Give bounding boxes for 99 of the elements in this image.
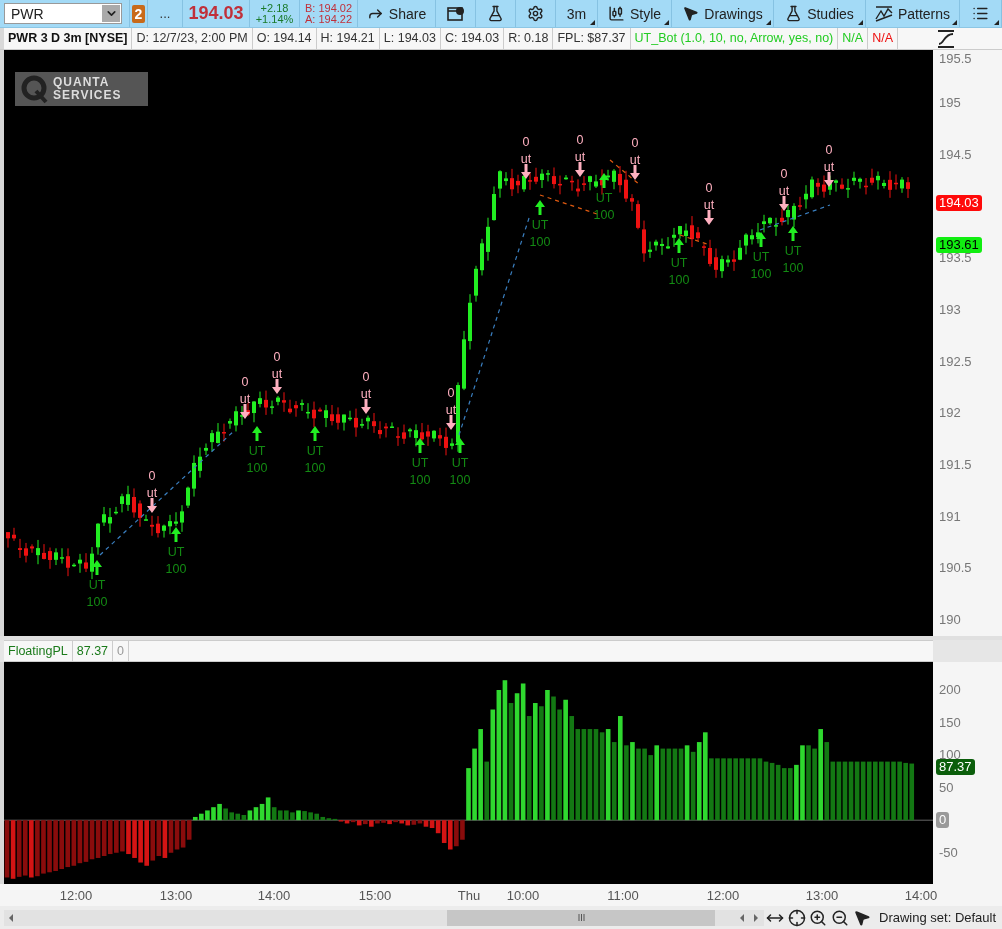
signal-label: 100: [304, 461, 326, 475]
study-value: 87.37: [72, 641, 114, 661]
price-axis-label: 195.5: [939, 52, 972, 66]
time-axis-label: 15:00: [358, 888, 392, 903]
net-change: +2.18: [260, 2, 289, 14]
signal-label: UT: [670, 256, 688, 270]
signal-label: ut: [239, 392, 251, 406]
price-axis-label: 195: [939, 96, 961, 110]
info-field: C: 194.03: [440, 28, 505, 49]
info-field: O: 194.14: [252, 28, 317, 49]
signal-label: 100: [246, 461, 268, 475]
link-badge[interactable]: 2: [132, 4, 145, 23]
info-field: L: 194.03: [379, 28, 441, 49]
signal-label: UT: [306, 444, 324, 458]
signal-label: 100: [529, 235, 551, 249]
price-axis-label: 194.5: [939, 148, 972, 162]
signal-label: 0: [780, 167, 788, 181]
time-axis-label: Thu: [457, 888, 481, 903]
signal-label: 0: [241, 375, 249, 389]
zero-axis-badge: 0: [936, 812, 950, 829]
signal-label: UT: [167, 545, 185, 559]
signal-label: 100: [449, 473, 471, 487]
pl-axis-label: 200: [939, 683, 961, 697]
signal-label: 100: [165, 562, 187, 576]
symbol-field[interactable]: PWR: [4, 3, 122, 24]
signal-label: ut: [703, 198, 715, 212]
signal-label: ut: [360, 387, 372, 401]
signal-label: 100: [668, 273, 690, 287]
signal-label: 100: [782, 261, 804, 275]
info-field: PWR 3 D 3m [NYSE]: [4, 28, 133, 49]
stop-price-badge: 193.61: [936, 237, 982, 253]
signal-label: 0: [576, 133, 584, 147]
signal-label: UT: [411, 456, 429, 470]
info-field: R: 0.18: [504, 28, 554, 49]
price-axis-label: 192.5: [939, 355, 972, 369]
more-button[interactable]: ...: [159, 6, 171, 21]
pl-axis-label: 150: [939, 715, 961, 730]
price-axis-label: 190.5: [939, 561, 972, 575]
signal-label: 100: [409, 473, 431, 487]
time-axis-label: 14:00: [904, 888, 938, 903]
last-price: 194.03: [188, 3, 244, 24]
signal-label: ut: [146, 486, 158, 500]
time-axis-label: 10:00: [506, 888, 540, 903]
signal-label: UT: [784, 244, 802, 258]
signal-label: 0: [148, 469, 156, 483]
percent-change: +1.14%: [255, 13, 294, 25]
signal-label: ut: [520, 152, 532, 166]
time-axis-label: 13:00: [805, 888, 839, 903]
signal-label: 0: [825, 143, 833, 157]
signal-label: UT: [88, 578, 106, 592]
signal-label: ut: [445, 403, 457, 417]
price-axis-label: 191.5: [939, 458, 972, 472]
study-name: FloatingPL: [4, 641, 73, 661]
signal-label: 100: [86, 595, 108, 609]
info-field: FPL: $87.37: [553, 28, 631, 49]
signal-label: 100: [750, 267, 772, 281]
info-field: N/A: [868, 28, 898, 49]
signal-label: 0: [447, 386, 455, 400]
signal-label: 0: [273, 350, 281, 364]
signal-label: UT: [248, 444, 266, 458]
logo-text: SERVICES: [53, 89, 122, 102]
logo-text: QUANTA: [53, 76, 111, 89]
signal-label: 0: [631, 136, 639, 150]
signal-label: ut: [629, 153, 641, 167]
bid-price: B: 194.02: [304, 2, 353, 14]
drawing-set-button[interactable]: Drawing set: Default: [873, 910, 1002, 925]
signal-label: ut: [823, 160, 835, 174]
toolbar-button[interactable]: Share: [358, 0, 436, 27]
ask-price: A: 194.22: [304, 13, 353, 25]
time-axis-label: 12:00: [59, 888, 93, 903]
study-zero-value: 0: [113, 641, 129, 661]
price-axis-label: 193: [939, 303, 961, 317]
info-field: UT_Bot (1.0, 10, no, Arrow, yes, no): [630, 28, 839, 49]
pl-value-badge: 87.37: [936, 759, 975, 776]
last-price-badge: 194.03: [936, 195, 982, 211]
signal-label: 0: [522, 135, 530, 149]
signal-label: 0: [362, 370, 370, 384]
price-axis-label: 192: [939, 406, 961, 420]
pl-axis-label: 50: [939, 780, 954, 795]
price-axis-label: 193.5: [939, 251, 972, 265]
signal-label: ut: [271, 367, 283, 381]
info-field: D: 12/7/23, 2:00 PM: [132, 28, 253, 49]
signal-label: 0: [705, 181, 713, 195]
pl-axis-label: -50: [939, 845, 958, 860]
signal-label: ut: [778, 184, 790, 198]
time-axis-label: 11:00: [607, 888, 639, 903]
price-axis-label: 190: [939, 613, 961, 627]
time-axis-label: 13:00: [159, 888, 193, 903]
signal-label: ut: [574, 150, 586, 164]
info-field: N/A: [838, 28, 869, 49]
info-field: H: 194.21: [316, 28, 380, 49]
signal-label: UT: [752, 250, 770, 264]
signal-label: UT: [451, 456, 469, 470]
price-axis-label: 191: [939, 510, 961, 524]
signal-label: UT: [531, 218, 549, 232]
signal-label: 100: [593, 208, 615, 222]
time-axis-label: 12:00: [706, 888, 740, 903]
time-axis-label: 14:00: [257, 888, 291, 903]
signal-label: UT: [595, 191, 613, 205]
